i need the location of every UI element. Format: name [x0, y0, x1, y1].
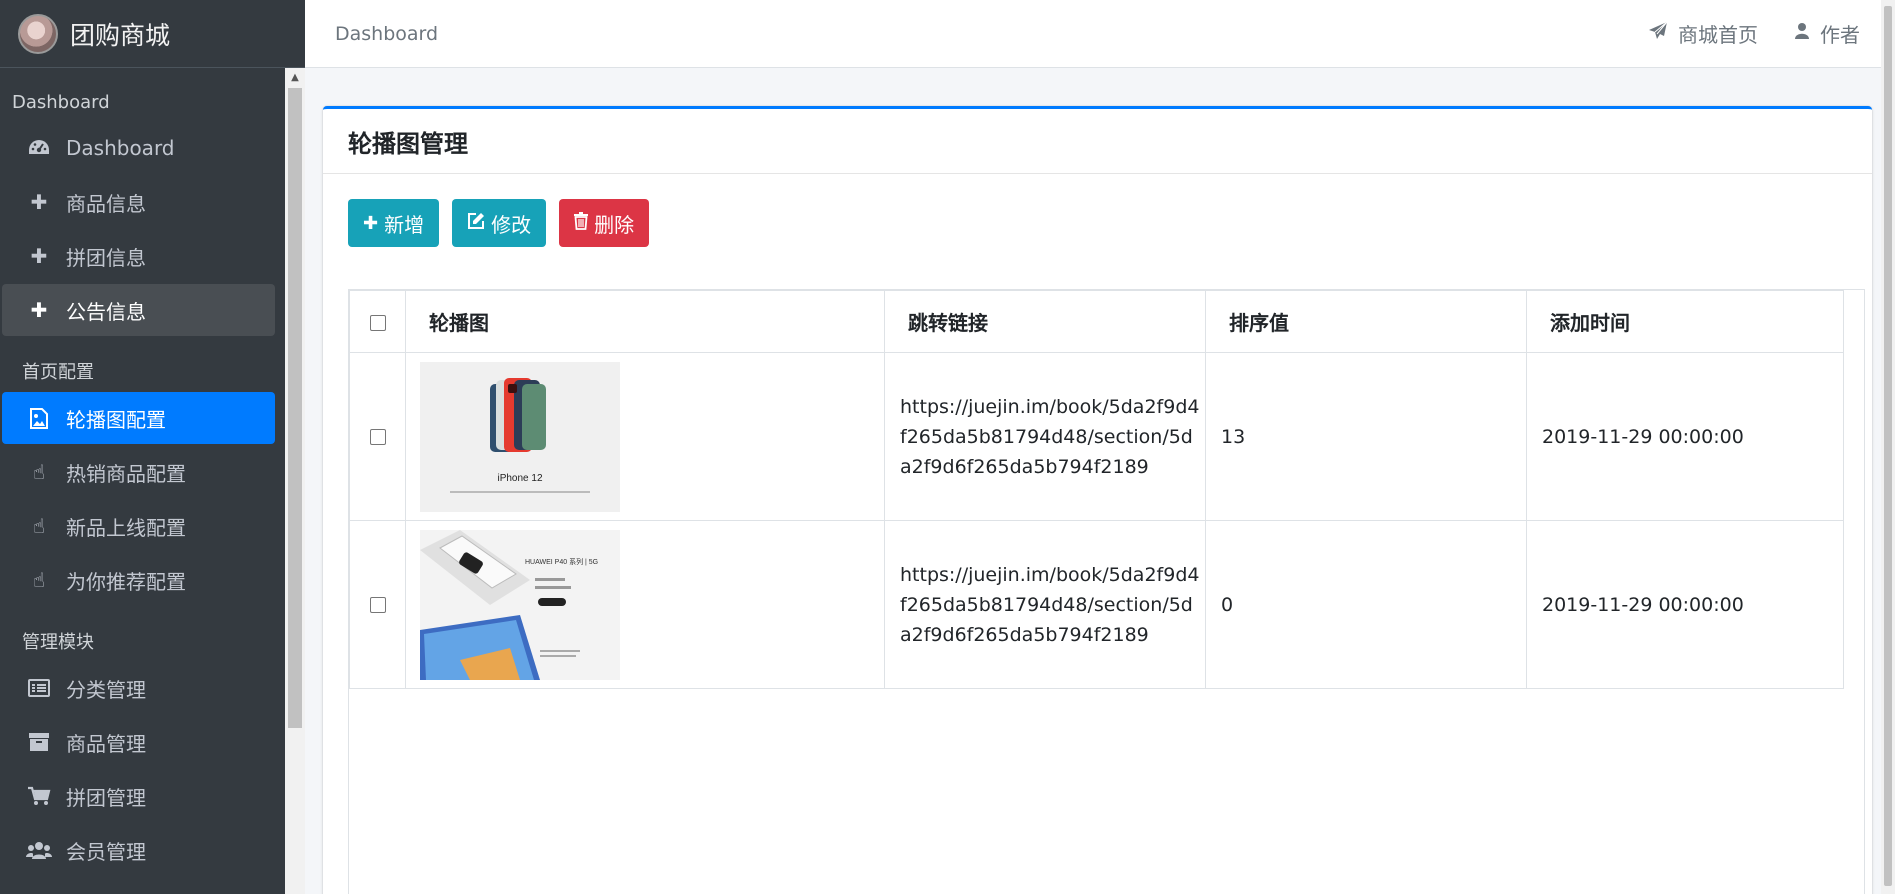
select-all-cell [349, 290, 406, 353]
list-icon [26, 675, 52, 701]
sidebar-item-label: 轮播图配置 [66, 407, 166, 432]
user-icon [1794, 22, 1810, 45]
column-header-image[interactable]: 轮播图 [405, 290, 885, 353]
sidebar-scroll-thumb[interactable] [288, 88, 302, 728]
author-link[interactable]: 作者 [1794, 19, 1860, 48]
plus-icon: ✚ [30, 298, 48, 322]
toolbar: ✚ 新增 修改 删除 [348, 199, 662, 247]
sidebar-item-label: 热销商品配置 [66, 461, 186, 486]
carousel-grid: 轮播图 跳转链接 排序值 添加时间 iPhone 12 https://juej… [348, 289, 1865, 894]
huawei-carousel-image: HUAWEI P40 系列 | 5G [420, 529, 620, 680]
nav-header-manage: 管理模块 [22, 632, 94, 653]
table-row[interactable]: HUAWEI P40 系列 | 5G https://juejin.im/boo… [349, 520, 1844, 689]
huawei-caption: HUAWEI P40 系列 | 5G [525, 557, 598, 566]
added-time-cell: 2019-11-29 00:00:00 [1526, 352, 1844, 521]
card-header: 轮播图管理 [323, 109, 1872, 174]
hand-pointer-icon: ☝ [32, 568, 46, 592]
nav-header-home-config: 首页配置 [22, 362, 94, 383]
column-header-link[interactable]: 跳转链接 [884, 290, 1206, 353]
sidebar-item-new-goods-config[interactable]: ☝ 新品上线配置 [2, 500, 275, 552]
row-checkbox[interactable] [369, 597, 386, 613]
sidebar-item-category-manage[interactable]: 分类管理 [2, 662, 275, 714]
sidebar-item-group-manage[interactable]: 拼团管理 [2, 770, 275, 822]
sidebar-item-label: 新品上线配置 [66, 515, 186, 540]
sidebar-item-label: 拼团信息 [66, 245, 146, 270]
add-button-label: 新增 [384, 212, 425, 237]
top-navbar: Dashboard 商城首页 作者 [305, 0, 1895, 68]
table-row[interactable]: iPhone 12 https://juejin.im/book/5da2f9d… [349, 352, 1844, 521]
edit-button[interactable]: 修改 [452, 199, 547, 247]
sidebar-item-member-manage[interactable]: 会员管理 [2, 824, 275, 876]
plus-icon: ✚ [30, 190, 48, 214]
sidebar-item-carousel-config[interactable]: 轮播图配置 [2, 392, 275, 444]
sidebar-item-label: 会员管理 [66, 839, 146, 864]
sidebar-item-label: 为你推荐配置 [66, 569, 186, 594]
delete-button[interactable]: 删除 [559, 199, 650, 247]
row-select-cell [349, 520, 406, 689]
sidebar-item-label: 商品信息 [66, 191, 146, 216]
mall-home-label: 商城首页 [1678, 23, 1758, 47]
carousel-image-cell: HUAWEI P40 系列 | 5G [405, 520, 885, 689]
users-icon [26, 837, 52, 863]
sidebar: 团购商城 Dashboard Dashboard ✚ 商品信息 ✚ 拼团信息 ✚… [0, 0, 305, 894]
sidebar-item-notice-info[interactable]: ✚ 公告信息 [2, 284, 275, 336]
edit-button-label: 修改 [491, 212, 532, 237]
cart-icon [26, 783, 52, 809]
sidebar-item-label: 拼团管理 [66, 785, 146, 810]
sidebar-item-label: 商品管理 [66, 731, 146, 756]
sidebar-item-dashboard[interactable]: Dashboard [2, 122, 275, 174]
column-header-order[interactable]: 排序值 [1205, 290, 1527, 353]
link-cell: https://juejin.im/book/5da2f9d4f265da5b8… [884, 352, 1206, 521]
row-select-cell [349, 352, 406, 521]
top-links: 商城首页 作者 [1612, 19, 1860, 48]
page-scroll-thumb[interactable] [1884, 6, 1892, 886]
image-icon [26, 405, 52, 431]
order-cell: 0 [1205, 520, 1527, 689]
sidebar-item-label: 公告信息 [66, 299, 146, 324]
iphone-caption: iPhone 12 [497, 473, 542, 484]
sidebar-item-group-info[interactable]: ✚ 拼团信息 [2, 230, 275, 282]
sidebar-scrollbar[interactable]: ▲ [285, 68, 305, 894]
added-time-cell: 2019-11-29 00:00:00 [1526, 520, 1844, 689]
trash-icon [574, 211, 589, 235]
author-label: 作者 [1820, 23, 1860, 47]
carousel-image-cell: iPhone 12 [405, 352, 885, 521]
sidebar-item-label: 分类管理 [66, 677, 146, 702]
breadcrumb[interactable]: Dashboard [335, 23, 438, 45]
sidebar-menu: Dashboard Dashboard ✚ 商品信息 ✚ 拼团信息 ✚ 公告信息… [0, 68, 285, 894]
sidebar-item-hot-goods-config[interactable]: ☝ 热销商品配置 [2, 446, 275, 498]
edit-icon [467, 212, 485, 235]
page-title: 轮播图管理 [348, 129, 468, 158]
scroll-up-arrow-icon[interactable]: ▲ [285, 68, 305, 86]
nav-header-dashboard: Dashboard [12, 92, 110, 113]
paper-plane-icon [1648, 21, 1668, 46]
carousel-card: 轮播图管理 ✚ 新增 修改 删除 轮播图 跳转链接 排序值 添加时间 iPhon… [323, 106, 1872, 894]
iphone-carousel-image: iPhone 12 [420, 361, 620, 512]
plus-icon: ✚ [30, 244, 48, 268]
delete-button-label: 删除 [594, 212, 635, 237]
column-header-added[interactable]: 添加时间 [1526, 290, 1844, 353]
plus-icon: ✚ [363, 212, 379, 234]
brand-avatar [18, 13, 58, 54]
add-button[interactable]: ✚ 新增 [348, 199, 440, 247]
link-cell: https://juejin.im/book/5da2f9d4f265da5b8… [884, 520, 1206, 689]
table-header-row: 轮播图 跳转链接 排序值 添加时间 [349, 290, 1844, 353]
mall-home-link[interactable]: 商城首页 [1648, 19, 1758, 48]
order-cell: 13 [1205, 352, 1527, 521]
brand[interactable]: 团购商城 [0, 0, 305, 68]
sidebar-item-goods-info[interactable]: ✚ 商品信息 [2, 176, 275, 228]
brand-title: 团购商城 [70, 20, 171, 50]
row-checkbox[interactable] [369, 429, 386, 445]
select-all-checkbox[interactable] [369, 315, 386, 331]
sidebar-item-label: Dashboard [66, 136, 175, 160]
archive-icon [26, 729, 52, 755]
sidebar-item-goods-manage[interactable]: 商品管理 [2, 716, 275, 768]
hand-pointer-icon: ☝ [32, 460, 46, 484]
dashboard-icon [26, 135, 52, 161]
hand-pointer-icon: ☝ [32, 514, 46, 538]
page-scrollbar[interactable] [1881, 0, 1895, 894]
sidebar-item-recommend-config[interactable]: ☝ 为你推荐配置 [2, 554, 275, 606]
carousel-table: 轮播图 跳转链接 排序值 添加时间 iPhone 12 https://juej… [349, 290, 1844, 689]
